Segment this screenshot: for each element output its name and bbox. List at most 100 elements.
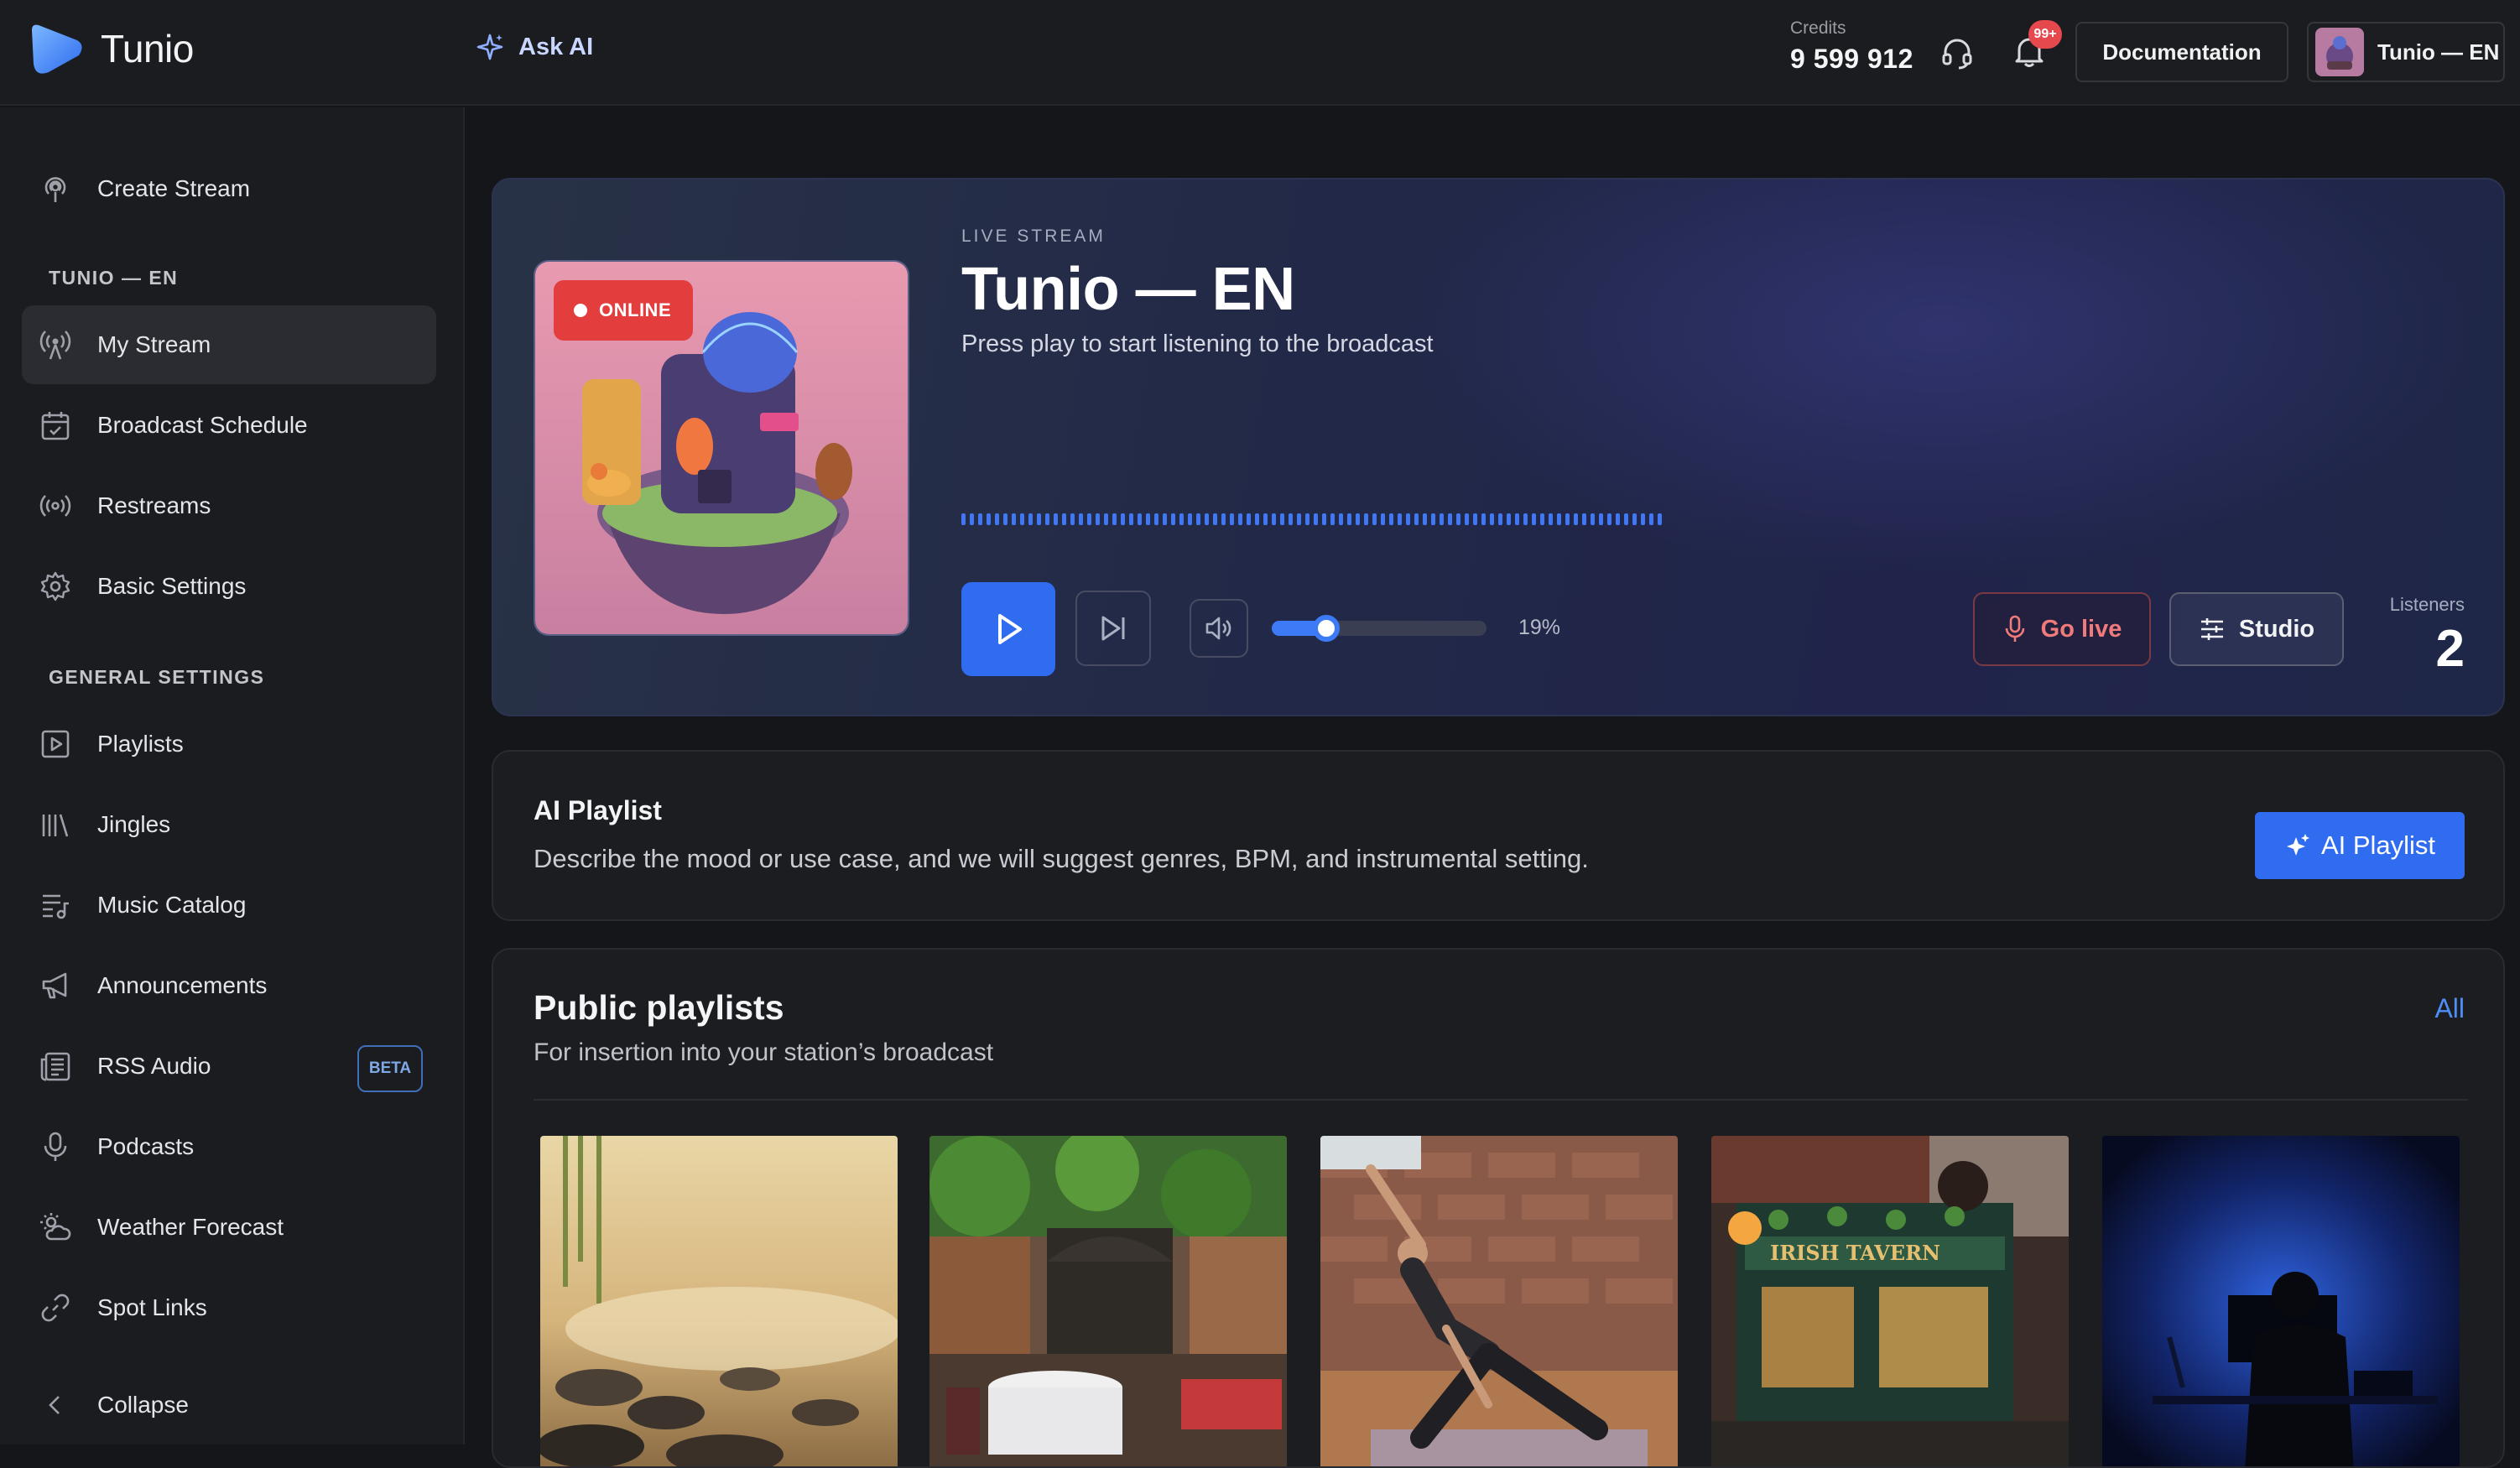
sidebar-item-music-catalog[interactable]: Music Catalog [22,866,436,945]
audio-waveform [961,513,1662,525]
playlist-thumbnail[interactable] [540,1136,898,1466]
playlist-thumbnail[interactable] [929,1136,1287,1466]
waveform-bar [1591,513,1595,525]
sidebar-item-restreams[interactable]: Restreams [22,466,436,545]
playlist-thumbnail[interactable] [2102,1136,2460,1466]
support-button[interactable] [1933,29,1981,77]
waveform-bar [1557,513,1561,525]
logo-icon [32,24,82,74]
sidebar-item-rss-audio[interactable]: RSS Audio BETA [22,1027,436,1106]
podcast-signal-icon [44,177,66,202]
waveform-bar [1440,513,1444,525]
waveform-bar [1523,513,1528,525]
waveform-bar [1305,513,1309,525]
sidebar-item-label: Playlists [97,731,184,757]
waveform-bar [1448,513,1452,525]
ai-playlist-description: Describe the mood or use case, and we wi… [534,844,1589,873]
go-live-button[interactable]: Go live [1973,592,2151,666]
sidebar-item-label: Music Catalog [97,892,247,918]
sidebar-item-label: RSS Audio [97,1053,211,1079]
sidebar-collapse-button[interactable]: Collapse [22,1366,436,1445]
sidebar-item-jingles[interactable]: Jingles [22,785,436,864]
account-button[interactable]: Tunio — EN [2307,22,2505,82]
sidebar-item-label: Announcements [97,972,268,998]
status-badge: ONLINE [554,280,694,341]
top-bar: Tunio Ask AI Credits 9 599 912 99+ Docum… [0,0,2520,106]
waveform-bar [1607,513,1611,525]
microphone-icon [44,1132,67,1161]
waveform-bar [1070,513,1075,525]
studio-label: Studio [2238,615,2315,643]
waveform-bar [1196,513,1200,525]
sidebar-item-broadcast-schedule[interactable]: Broadcast Schedule [22,386,436,465]
waveform-bar [1247,513,1251,525]
sidebar-section-station: TUNIO — EN [49,267,179,289]
waveform-bar [1020,513,1024,525]
live-dot-icon [574,304,587,317]
ai-playlist-button-label: AI Playlist [2320,830,2436,860]
waveform-bar [1372,513,1377,525]
logo-text: Tunio [101,27,194,70]
waveform-bar [1649,513,1653,525]
volume-handle[interactable] [1313,615,1340,642]
waveform-bar [1003,513,1007,525]
waveform-bar [1154,513,1158,525]
sidebar-item-label: Podcasts [97,1133,195,1159]
view-all-link[interactable]: All [2434,993,2465,1024]
waveform-bar [1322,513,1326,525]
waveform-bar [1012,513,1016,525]
waveform-bar [1263,513,1268,525]
ai-playlist-title: AI Playlist [534,795,662,825]
sidebar-item-playlists[interactable]: Playlists [22,705,436,783]
go-live-label: Go live [2040,615,2122,643]
sidebar-item-spot-links[interactable]: Spot Links [22,1268,436,1347]
waveform-bar [1515,513,1519,525]
volume-slider[interactable] [1272,615,1486,642]
notifications-button[interactable]: 99+ [2005,20,2062,75]
playlist-thumbnail[interactable]: IRISH TAVERN [1711,1136,2069,1466]
waveform-bar [1230,513,1234,525]
ask-ai-button[interactable]: Ask AI [475,32,593,62]
logo[interactable]: Tunio [29,22,194,75]
sidebar-item-announcements[interactable]: Announcements [22,946,436,1025]
playlist-thumbnail[interactable] [1320,1136,1678,1466]
volume-button[interactable] [1190,599,1248,658]
listeners-label: Listeners [2389,594,2465,615]
sparkle-icon [476,34,503,60]
waveform-bar [1112,513,1117,525]
sidebar-item-create-stream[interactable]: Create Stream [22,149,436,228]
sidebar-item-my-stream[interactable]: My Stream [22,305,436,384]
sidebar-item-basic-settings[interactable]: Basic Settings [22,547,436,626]
waveform-bar [1616,513,1620,525]
gear-icon [40,571,70,601]
divider [534,1099,2468,1101]
sidebar-item-weather-forecast[interactable]: Weather Forecast [22,1188,436,1267]
status-badge-label: ONLINE [599,299,672,320]
waveform-bar [961,513,966,525]
calendar-icon [41,412,70,440]
beta-badge: BETA [357,1045,423,1092]
waveform-bar [1238,513,1242,525]
skip-next-button[interactable] [1075,591,1151,666]
waveform-bar [1641,513,1645,525]
waveform-bar [1389,513,1393,525]
waveform-bar [1037,513,1041,525]
sidebar-item-podcasts[interactable]: Podcasts [22,1107,436,1186]
waveform-bar [970,513,974,525]
megaphone-icon [42,972,67,999]
ai-playlist-card: AI Playlist Describe the mood or use cas… [492,750,2505,921]
waveform-bar [1398,513,1402,525]
waveform-bar [1498,513,1502,525]
studio-button[interactable]: Studio [2169,592,2344,666]
documentation-button[interactable]: Documentation [2075,22,2288,82]
public-playlists-card: Public playlists For insertion into your… [492,948,2505,1468]
playlist-icon [41,730,70,758]
waveform-bar [1347,513,1351,525]
broadcast-icon [39,331,71,360]
notification-badge: 99+ [2028,20,2062,49]
play-button[interactable] [961,582,1055,676]
waveform-bar [1163,513,1167,525]
waveform-bar [1045,513,1049,525]
ai-playlist-button[interactable]: AI Playlist [2255,812,2465,879]
sidebar-item-label: Weather Forecast [97,1214,284,1240]
